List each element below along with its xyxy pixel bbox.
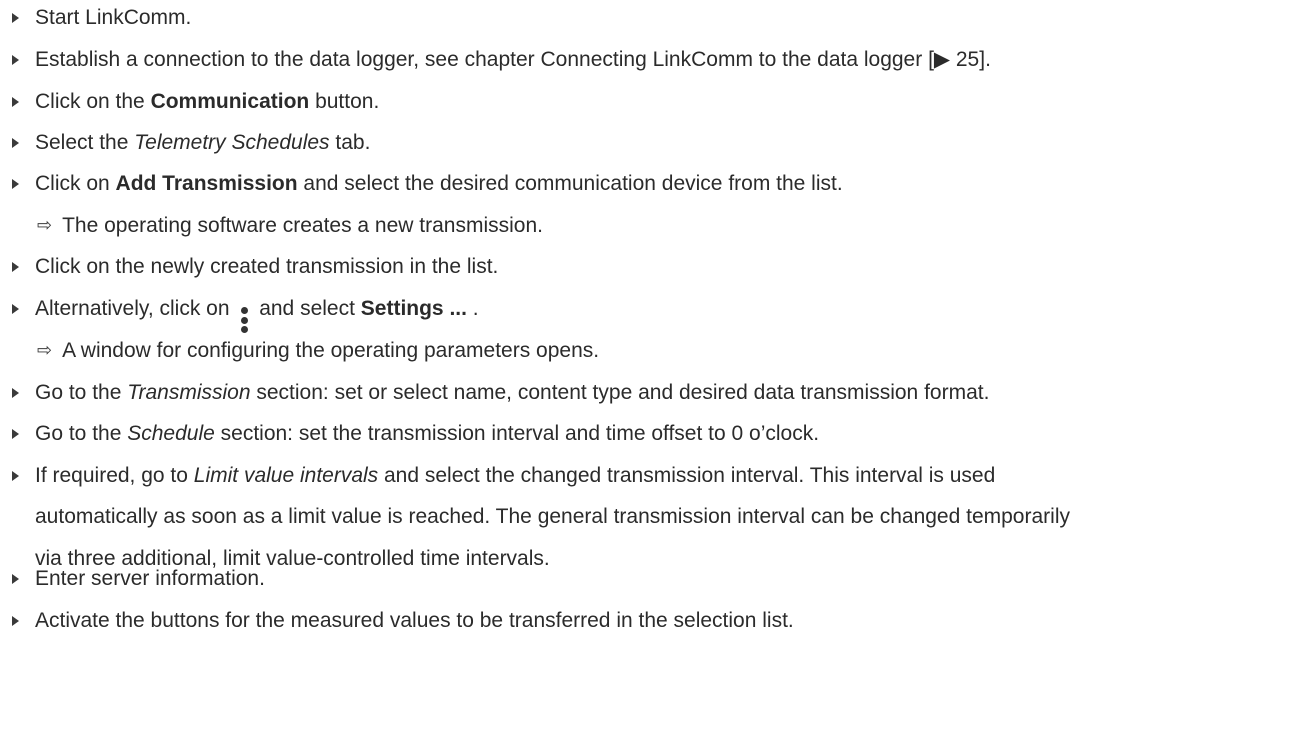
instruction-result: ⇨ The operating software creates a new tr… xyxy=(0,213,543,239)
instruction-step: Select the Telemetry Schedules tab. xyxy=(0,130,370,156)
ui-section-name: Transmission xyxy=(127,381,251,404)
step-text: Start LinkComm. xyxy=(35,6,192,29)
step-text: Activate the buttons for the measured va… xyxy=(35,609,794,632)
more-vertical-icon xyxy=(239,307,249,333)
step-text: If required, go to xyxy=(35,464,194,487)
triangle-right-icon xyxy=(12,429,19,439)
kebab-dot xyxy=(240,316,248,324)
instruction-step: If required, go to Limit value intervals… xyxy=(0,463,995,489)
ui-section-name: Limit value intervals xyxy=(193,464,379,487)
step-content: Select the Telemetry Schedules tab. xyxy=(35,130,370,156)
instruction-step: Click on the Communication button. xyxy=(0,89,379,115)
step-content: Establish a connection to the data logge… xyxy=(35,47,991,73)
step-text: section: set or select name, content typ… xyxy=(250,381,990,404)
step-text: Select the xyxy=(35,131,135,154)
ui-element-name: Add Transmission xyxy=(115,172,298,195)
step-content: Click on the newly created transmission … xyxy=(35,254,498,280)
triangle-right-icon xyxy=(12,13,19,23)
triangle-right-icon xyxy=(12,55,19,65)
step-content: Enter server information. xyxy=(35,566,265,592)
step-content: automatically as soon as a limit value i… xyxy=(35,504,1070,530)
step-text: The operating software creates a new tra… xyxy=(62,214,543,237)
instruction-step: Start LinkComm. xyxy=(0,5,191,31)
step-content: Start LinkComm. xyxy=(35,5,191,31)
step-content: Activate the buttons for the measured va… xyxy=(35,608,794,634)
instruction-step-continuation: automatically as soon as a limit value i… xyxy=(0,504,1070,530)
instruction-step: Activate the buttons for the measured va… xyxy=(0,608,794,634)
instruction-step: Click on the newly created transmission … xyxy=(0,254,498,280)
instruction-step: Go to the Schedule section: set the tran… xyxy=(0,421,819,447)
instruction-step: Click on Add Transmission and select the… xyxy=(0,171,843,197)
step-text: and select xyxy=(253,297,361,320)
step-text: Go to the xyxy=(35,381,128,404)
step-text: button. xyxy=(309,90,380,113)
ui-element-name: Communication xyxy=(150,90,310,113)
step-text: Alternatively, click on xyxy=(35,297,236,320)
step-content: Go to the Transmission section: set or s… xyxy=(35,380,989,406)
triangle-right-icon xyxy=(12,97,19,107)
outline-arrow-right-icon: ⇨ xyxy=(37,215,53,236)
ui-element-name: Settings ... xyxy=(360,297,467,320)
step-text: Enter server information. xyxy=(35,567,265,590)
step-content: Click on Add Transmission and select the… xyxy=(35,171,843,197)
step-content: A window for configuring the operating p… xyxy=(62,338,599,364)
instruction-step: Establish a connection to the data logge… xyxy=(0,47,991,73)
kebab-dot xyxy=(240,307,248,314)
kebab-dot xyxy=(240,326,248,333)
step-content: Alternatively, click on and select Setti… xyxy=(35,296,479,337)
step-text: Establish a connection to the data logge… xyxy=(35,48,991,71)
triangle-right-icon xyxy=(12,138,19,148)
triangle-right-icon xyxy=(12,388,19,398)
step-text: and select the changed transmission inte… xyxy=(378,464,996,487)
triangle-right-icon xyxy=(12,304,19,314)
step-text: and select the desired communication dev… xyxy=(297,172,843,195)
instruction-step: Alternatively, click on and select Setti… xyxy=(0,296,479,337)
step-text: Click on the newly created transmission … xyxy=(35,255,499,278)
instruction-result: ⇨ A window for configuring the operating … xyxy=(0,338,599,364)
step-content: The operating software creates a new tra… xyxy=(62,213,543,239)
triangle-right-icon xyxy=(12,471,19,481)
instruction-step: Go to the Transmission section: set or s… xyxy=(0,380,989,406)
step-text: section: set the transmission interval a… xyxy=(214,422,820,445)
step-content: Go to the Schedule section: set the tran… xyxy=(35,421,819,447)
step-content: If required, go to Limit value intervals… xyxy=(35,463,995,489)
ui-section-name: Telemetry Schedules xyxy=(134,131,330,154)
step-content: Click on the Communication button. xyxy=(35,89,379,115)
step-text: automatically as soon as a limit value i… xyxy=(35,505,1070,528)
triangle-right-icon xyxy=(12,574,19,584)
instruction-step: Enter server information. xyxy=(0,566,265,592)
step-text: . xyxy=(466,297,479,320)
triangle-right-icon xyxy=(12,179,19,189)
ui-section-name: Schedule xyxy=(127,422,215,445)
step-text: Go to the xyxy=(35,422,128,445)
triangle-right-icon xyxy=(12,262,19,272)
outline-arrow-right-icon: ⇨ xyxy=(37,340,53,361)
triangle-right-icon xyxy=(12,616,19,626)
step-text: A window for configuring the operating p… xyxy=(62,339,600,362)
step-text: tab. xyxy=(329,131,371,154)
step-text: Click on the xyxy=(35,90,151,113)
step-text: Click on xyxy=(35,172,116,195)
